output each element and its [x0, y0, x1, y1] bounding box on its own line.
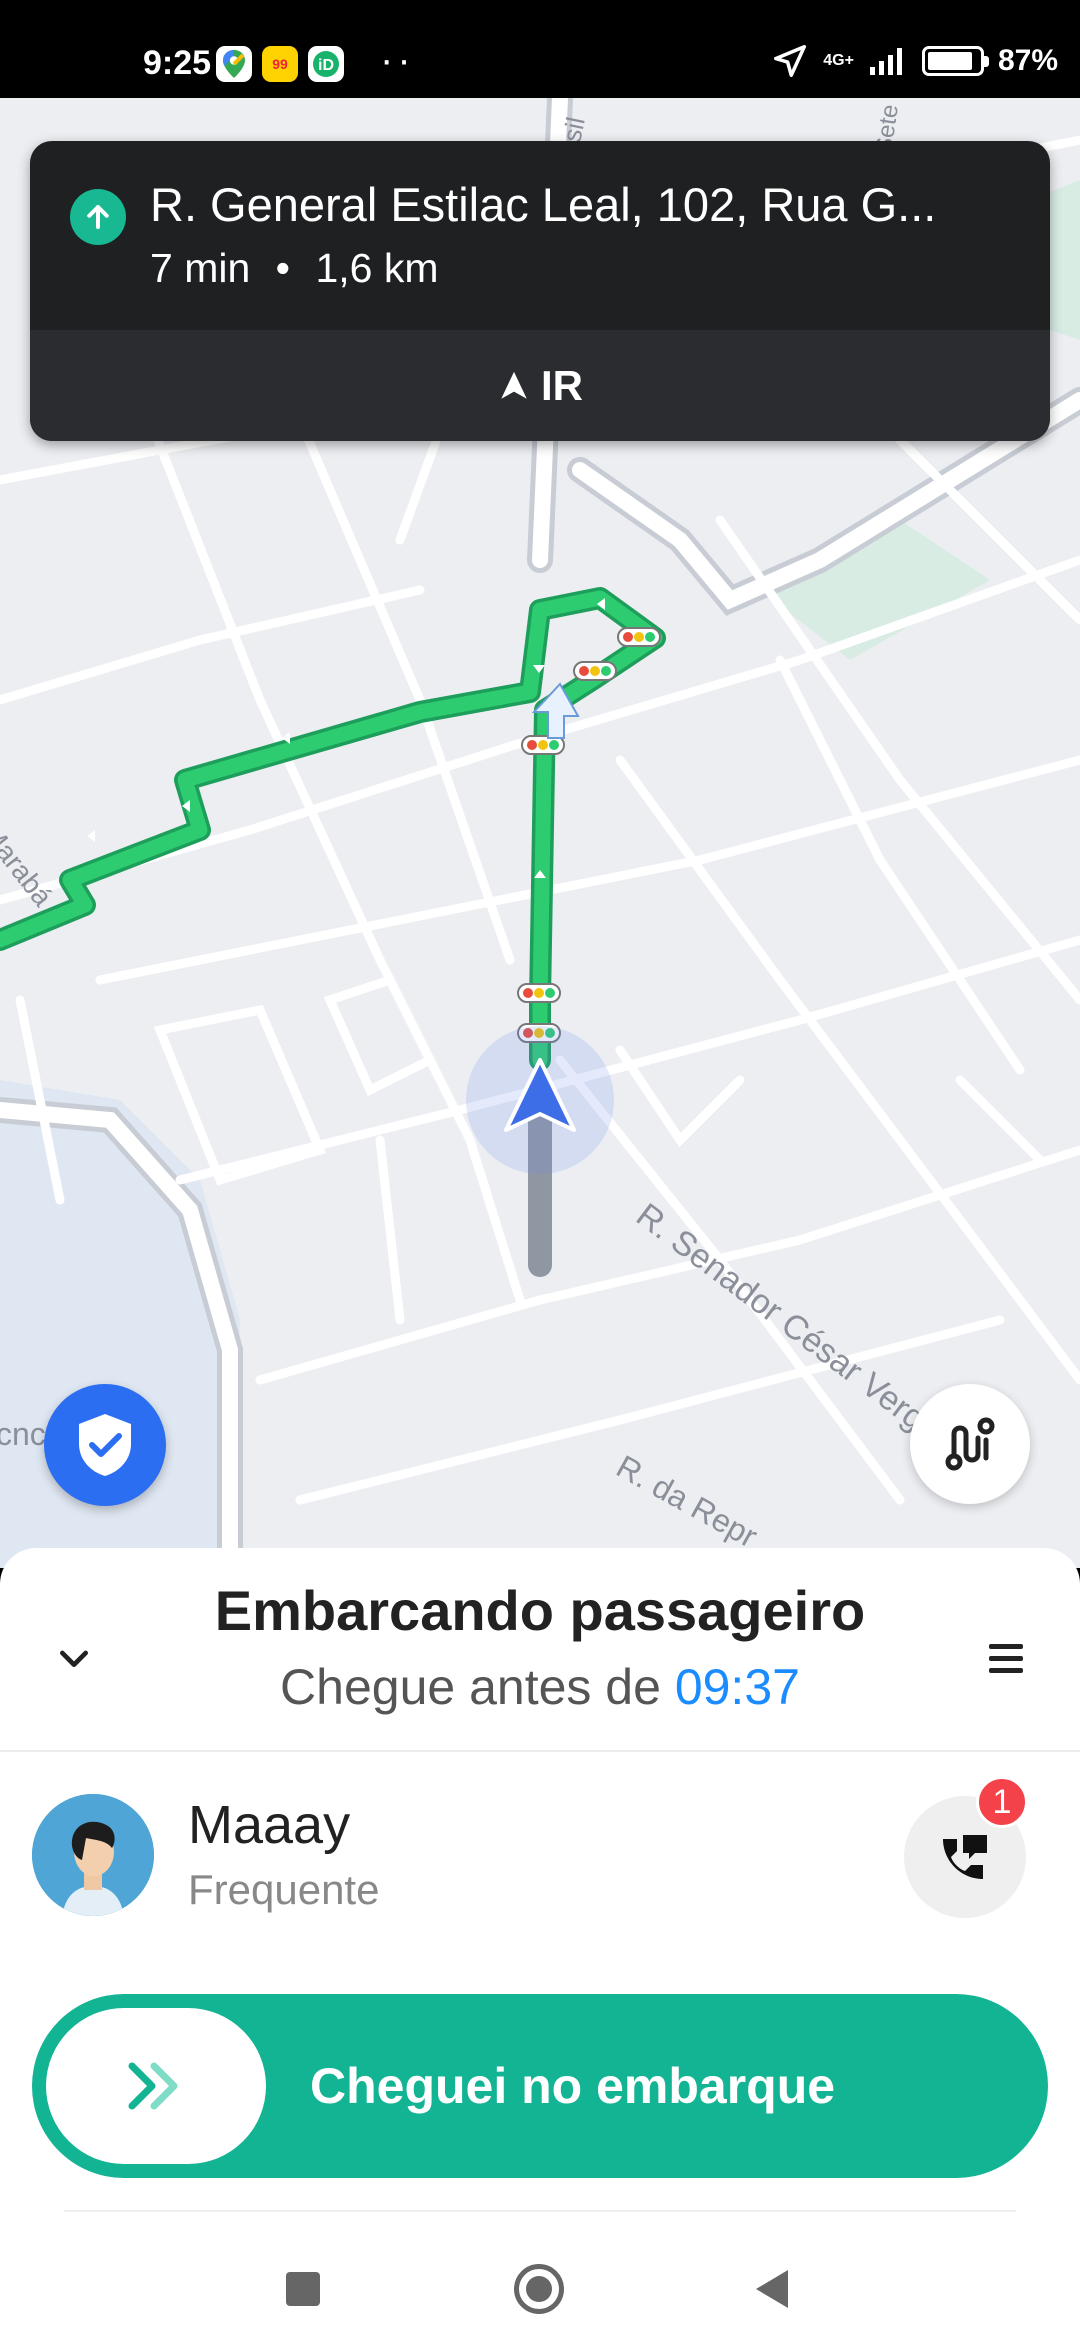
status-bar: 9:25 99 iD ·· 4G+ 87% [0, 0, 1080, 98]
route-options-button[interactable] [910, 1384, 1030, 1504]
menu-icon [989, 1643, 1023, 1649]
divider [0, 1750, 1080, 1752]
direction-up-arrow-icon [70, 189, 126, 245]
passenger-name: Maaay [188, 1795, 351, 1855]
svg-text:iD: iD [318, 57, 334, 74]
navigation-card[interactable]: R. General Estilac Leal, 102, Rua G... 7… [30, 141, 1050, 441]
deadline-time: 09:37 [674, 1659, 800, 1715]
signal-icon [869, 48, 902, 75]
safety-shield-button[interactable] [44, 1384, 166, 1506]
navigation-arrow-icon [501, 371, 527, 399]
battery-icon [921, 46, 989, 76]
deadline-prefix: Chegue antes de [280, 1659, 661, 1715]
menu-button[interactable] [980, 1632, 1032, 1684]
arrived-pickup-slider[interactable]: Cheguei no embarque [32, 1994, 1048, 2178]
arrival-deadline: Chegue antes de 09:37 [0, 1658, 1080, 1716]
recent-apps-button[interactable] [286, 2272, 320, 2306]
route-icon [945, 1417, 995, 1471]
back-button[interactable] [756, 2270, 788, 2308]
more-notifications-icon: ·· [380, 38, 415, 82]
status-time: 9:25 [143, 44, 212, 82]
network-type: 4G+ [823, 53, 854, 69]
location-arrow-icon [774, 45, 807, 77]
destination-address: R. General Estilac Leal, 102, Rua G... [150, 178, 937, 231]
home-button[interactable] [514, 2264, 564, 2314]
battery-fill [927, 52, 972, 70]
status-indicators: 4G+ 87% [771, 42, 1058, 80]
eta-separator: • [275, 245, 291, 291]
eta-info: 7 min • 1,6 km [150, 245, 438, 292]
shield-check-icon [79, 1414, 131, 1476]
passenger-avatar [32, 1794, 154, 1916]
go-button[interactable]: IR [30, 330, 1050, 441]
unread-badge: 1 [976, 1776, 1028, 1828]
slider-label: Cheguei no embarque [310, 2058, 836, 2114]
status-app-icons: 99 iD [216, 46, 344, 82]
slider-handle[interactable] [46, 2008, 266, 2164]
system-navigation-bar [0, 2220, 1080, 2340]
trip-status-title: Embarcando passageiro [214, 1579, 866, 1642]
go-button-label: IR [541, 361, 583, 409]
phone-chat-icon [943, 1835, 987, 1879]
99-app-icon: 99 [262, 46, 298, 82]
eta-duration: 7 min [150, 245, 251, 291]
eta-distance: 1,6 km [315, 245, 439, 291]
passenger-tag: Frequente [188, 1866, 380, 1913]
battery-percent: 87% [997, 44, 1058, 77]
id-app-icon: iD [308, 46, 344, 82]
maps-icon [216, 46, 252, 82]
double-chevron-right-icon [128, 2062, 178, 2110]
street-label-cnc: cnc [0, 1416, 46, 1452]
network-label: 4G+ [823, 52, 854, 69]
divider [64, 2210, 1016, 2212]
